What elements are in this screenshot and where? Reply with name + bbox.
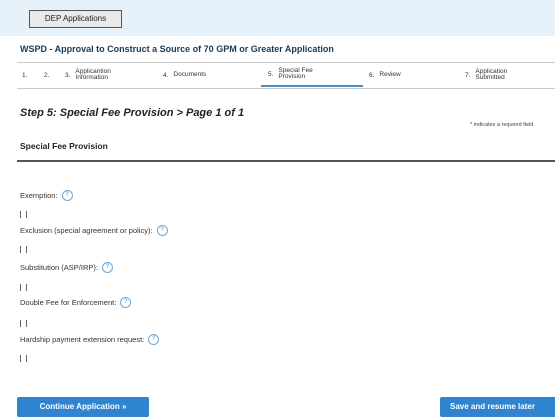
step-navigation: 1. 2. 3. Applicantion Information 4. Doc… — [17, 62, 555, 89]
step-number: 4. — [163, 71, 169, 79]
step-2[interactable]: 2. — [44, 63, 58, 87]
step-3-applicant-information[interactable]: 3. Applicantion Information — [65, 63, 155, 87]
step-number: 3. — [65, 71, 71, 79]
substitution-label: Substitution (ASP/IRP): ? — [20, 262, 113, 273]
double-fee-label: Double Fee for Enforcement: ? — [20, 297, 132, 308]
hardship-checkbox[interactable] — [20, 355, 27, 362]
hardship-label: Hardship payment extension request: ? — [20, 334, 160, 345]
section-title: Special Fee Provision — [20, 141, 108, 151]
field-label-text: Hardship payment extension request: — [20, 335, 145, 344]
step-label: Review — [379, 71, 401, 78]
field-label-text: Exemption: — [20, 191, 58, 200]
required-field-note: * indicates a required field — [470, 122, 534, 128]
exemption-label: Exemption: ? — [20, 190, 73, 201]
field-label-text: Double Fee for Enforcement: — [20, 298, 117, 307]
step-5-special-fee-provision[interactable]: 5. Special Fee Provision — [261, 63, 363, 87]
step-1[interactable]: 1. — [22, 63, 36, 87]
page-step-title: Step 5: Special Fee Provision > Page 1 o… — [20, 107, 245, 119]
step-number: 7. — [465, 71, 471, 79]
section-divider — [17, 160, 555, 162]
substitution-checkbox[interactable] — [20, 284, 27, 291]
double-fee-checkbox[interactable] — [20, 320, 27, 327]
help-icon[interactable]: ? — [156, 225, 168, 236]
help-icon[interactable]: ? — [61, 190, 73, 201]
step-label: Application Submitted — [475, 68, 508, 81]
my-applications-button[interactable]: DEP Applications — [29, 10, 122, 28]
step-4-documents[interactable]: 4. Documents — [163, 63, 253, 87]
step-number: 2. — [44, 71, 50, 79]
exemption-checkbox[interactable] — [20, 211, 27, 218]
help-icon[interactable]: ? — [101, 262, 113, 273]
exclusion-label: Exclusion (special agreement or policy):… — [20, 225, 168, 236]
save-and-resume-later-button[interactable]: Save and resume later — [440, 397, 555, 417]
step-6-review[interactable]: 6. Review — [369, 63, 459, 87]
application-title: WSPD - Approval to Construct a Source of… — [20, 44, 334, 54]
step-label: Special Fee Provision — [278, 67, 313, 80]
step-number: 5. — [268, 70, 274, 78]
step-number: 6. — [369, 71, 375, 79]
top-bar: DEP Applications — [0, 0, 555, 36]
continue-application-button[interactable]: Continue Application » — [17, 397, 149, 417]
field-label-text: Exclusion (special agreement or policy): — [20, 226, 153, 235]
help-icon[interactable]: ? — [120, 297, 132, 308]
step-7-application-submitted[interactable]: 7. Application Submitted — [465, 63, 553, 87]
exclusion-checkbox[interactable] — [20, 246, 27, 253]
step-number: 1. — [22, 71, 28, 79]
step-label: Applicantion Information — [75, 68, 111, 81]
field-label-text: Substitution (ASP/IRP): — [20, 263, 98, 272]
step-label: Documents — [173, 71, 207, 78]
help-icon[interactable]: ? — [148, 334, 160, 345]
